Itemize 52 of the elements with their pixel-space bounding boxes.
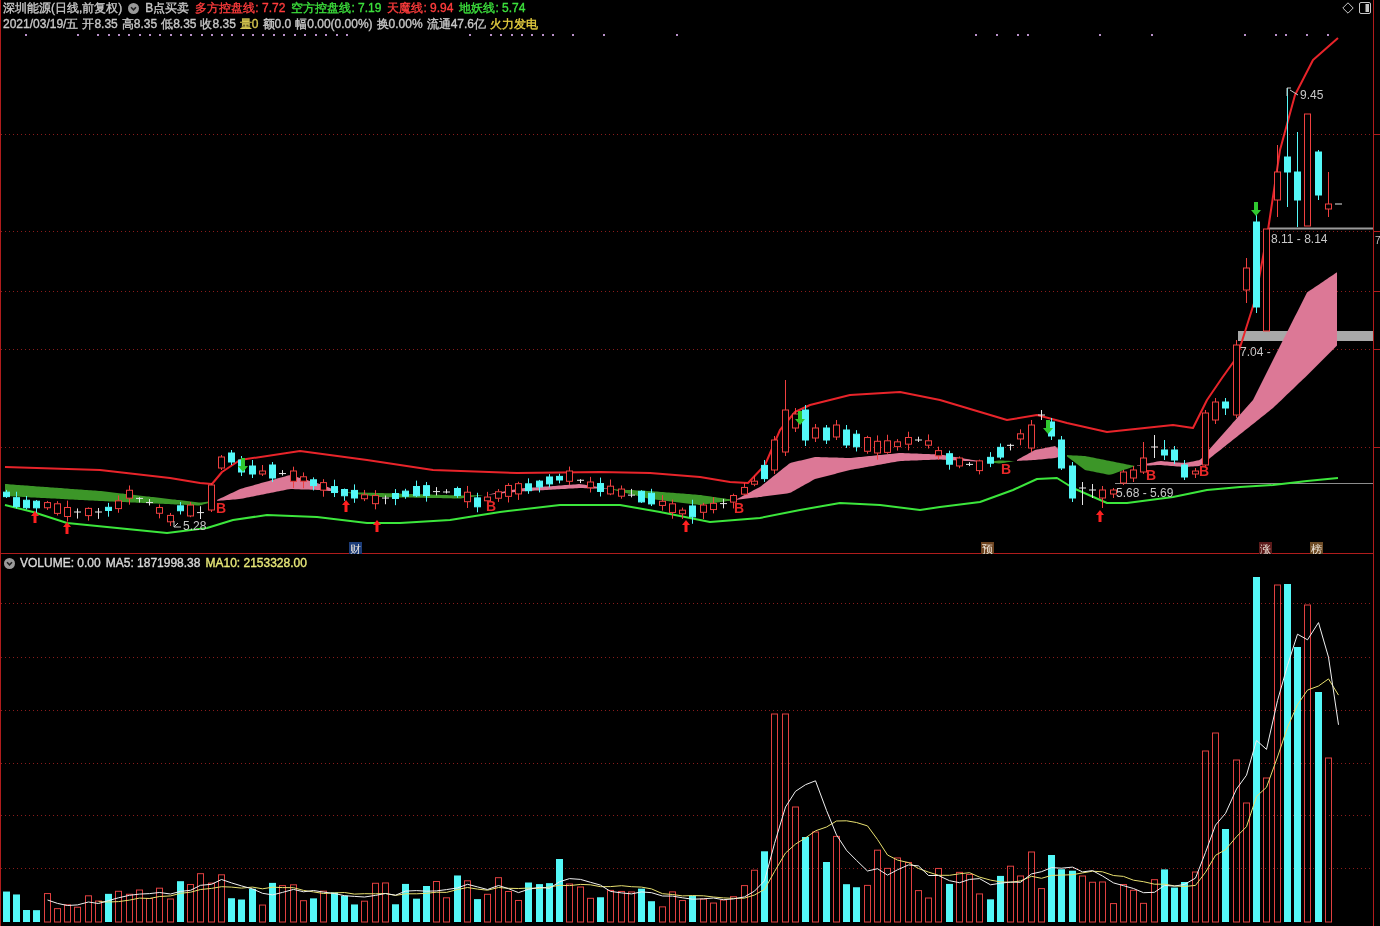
event-tag[interactable]: 财 [349,542,362,554]
price-label: 5.68 - 5.69 [1116,486,1174,500]
signal-label: B [1146,467,1157,483]
price-label: 9.45 [1300,88,1324,102]
quote-field: 幅0.00(0.00%) [295,15,373,33]
quote-field: 换0.00% [376,15,423,33]
signal-label: B [486,498,497,514]
up-arrow-icon [63,522,71,534]
quote-field: 流通47.6亿 [426,15,486,33]
leader-arrow [173,520,182,528]
legend-value: MA5: 1871998.38 [105,556,201,570]
quote-field: 2021/03/19/五 [3,15,79,33]
event-tag[interactable]: 榜 [1310,542,1323,554]
quote-field: 额0.0 [262,15,292,33]
quote-field: 低8.35 [161,15,197,33]
legend-value: MA10: 2153328.00 [205,556,307,570]
dropdown-icon[interactable] [128,2,140,14]
quote-field: 开8.35 [82,15,118,33]
axis-label: 7 [1375,235,1380,246]
leader-line [1286,87,1299,97]
diamond-icon[interactable] [1342,2,1354,14]
legend-value: VOLUME: 0.00 [20,556,101,570]
up-arrow-icon [682,520,690,532]
indicator-value: 天魔线: 9.94 [387,0,454,17]
signal-label: B [1199,463,1210,479]
up-arrow-icon [373,520,381,532]
price-label: 7.04 - [1240,345,1271,359]
price-label: 8.11 - 8.14 [1271,232,1328,246]
stock-title: 深圳能源(日线,前复权) [3,0,123,17]
control-band-area [1067,455,1135,475]
up-arrow-icon [342,500,350,512]
down-arrow-icon [1043,420,1053,434]
up-arrow-icon [31,511,39,523]
dropdown-icon[interactable] [4,557,15,569]
down-arrow-icon [795,411,805,425]
quote-field: 高8.35 [121,15,158,33]
panel-toggle-icon[interactable] [1359,2,1371,14]
indicator-value: 空方控盘线: 7.19 [291,0,382,17]
quote-field: 收8.35 [200,15,236,33]
quote-field: 量0 [239,15,259,33]
event-tag[interactable]: 预 [981,542,994,554]
signal-label: B [216,500,227,516]
event-tag[interactable]: 涨 [1259,542,1272,554]
down-arrow-icon [238,458,248,472]
signal-label: B [1001,461,1012,477]
quote-field: 火力发电 [490,15,538,33]
up-arrow-icon [1096,510,1104,522]
down-arrow-icon [1251,202,1261,216]
signal-label: B [734,500,745,516]
formula-name[interactable]: B点买卖 [145,0,190,17]
indicator-value: 地妖线: 5.74 [459,0,526,17]
indicator-value: 多方控盘线: 7.72 [195,0,286,17]
